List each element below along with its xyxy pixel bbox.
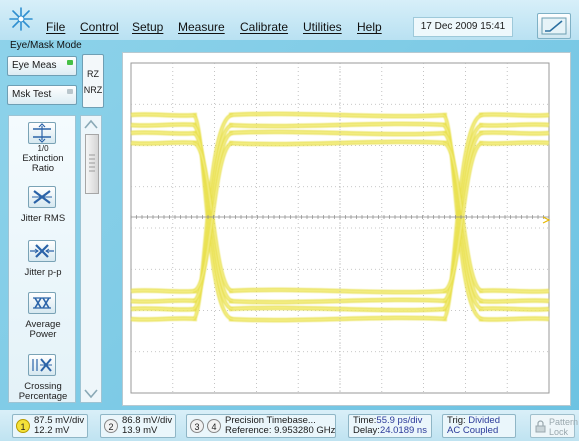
jitter-rms-icon xyxy=(28,186,56,208)
trig-coupling: AC Coupled xyxy=(447,425,499,436)
reference-frequency: Reference: 9.953280 GHz xyxy=(225,425,336,436)
delay-label: Delay: xyxy=(353,425,380,436)
menu-bar: File Control Setup Measure Calibrate Uti… xyxy=(0,0,579,40)
menu-help[interactable]: Help xyxy=(357,20,382,34)
channel-3-4-status[interactable]: 3 4 Precision Timebase... Reference: 9.9… xyxy=(186,414,336,438)
extinction-ratio-icon xyxy=(28,122,56,144)
pattern-lock-button[interactable]: Pattern Lock xyxy=(530,414,579,438)
menu-utilities[interactable]: Utilities xyxy=(303,20,342,34)
crossing-percentage-label-2: Percentage xyxy=(18,391,68,402)
date-time-display: 17 Dec 2009 15:41 xyxy=(413,17,513,37)
rz-label: RZ xyxy=(87,69,99,79)
eye-meas-label: Eye Meas xyxy=(12,60,57,71)
nrz-label: NRZ xyxy=(83,85,103,95)
jitter-rms-button[interactable]: Jitter RMS xyxy=(9,186,75,226)
grip-icon xyxy=(89,154,95,172)
average-power-button[interactable]: Average Power xyxy=(9,292,75,344)
trigger-level-marker-icon xyxy=(542,216,551,224)
eye-meas-button[interactable]: Eye Meas xyxy=(7,56,77,76)
average-power-icon xyxy=(28,292,56,314)
jitter-rms-label: Jitter RMS xyxy=(20,213,66,224)
jitter-pp-label: Jitter p-p xyxy=(24,267,62,278)
channel-4-badge: 4 xyxy=(207,419,221,433)
menu-calibrate[interactable]: Calibrate xyxy=(240,20,288,34)
scroll-up-icon[interactable] xyxy=(84,119,98,129)
pattern-lock-label-1: Pattern xyxy=(549,417,579,427)
scroll-thumb[interactable] xyxy=(85,134,99,194)
pattern-lock-label-2: Lock xyxy=(549,427,569,437)
calibration-status-button[interactable] xyxy=(537,13,571,39)
eye-diagram-plot xyxy=(130,62,551,394)
mask-test-label: Msk Test xyxy=(12,89,52,100)
channel-2-badge: 2 xyxy=(104,419,118,433)
menu-control[interactable]: Control xyxy=(80,20,119,34)
lock-icon xyxy=(535,420,546,433)
jitter-pp-icon xyxy=(28,240,56,262)
extinction-ratio-label-2: Ratio xyxy=(31,163,55,174)
active-led-icon xyxy=(67,60,73,65)
menu-measure[interactable]: Measure xyxy=(178,20,225,34)
average-power-label-2: Power xyxy=(29,329,57,340)
scroll-down-icon[interactable] xyxy=(84,389,98,399)
waveform-ramp-icon xyxy=(541,17,567,35)
channel-2-status[interactable]: 2 86.8 mV/div 13.9 mV xyxy=(100,414,176,438)
crossing-percentage-icon xyxy=(28,354,56,376)
left-control-panel: Eye Meas Msk Test RZ NRZ 1/0 Extinction … xyxy=(0,52,122,407)
inactive-led-icon xyxy=(67,89,73,94)
timebase-status[interactable]: Time:55.9 ps/div Delay:24.0189 ns xyxy=(348,414,432,438)
menu-setup[interactable]: Setup xyxy=(132,20,163,34)
channel-3-badge: 3 xyxy=(190,419,204,433)
delay-value: 24.0189 ns xyxy=(379,425,427,436)
jitter-pp-button[interactable]: Jitter p-p xyxy=(9,240,75,280)
measurement-list: 1/0 Extinction Ratio Jitter RMS Jitter p… xyxy=(8,115,76,403)
status-bar: 1 87.5 mV/div 12.2 mV 2 86.8 mV/div 13.9… xyxy=(0,410,579,441)
starburst-logo-icon[interactable] xyxy=(8,6,34,32)
extinction-ratio-button[interactable]: 1/0 Extinction Ratio xyxy=(9,122,75,174)
eye-diagram-display[interactable] xyxy=(122,52,571,406)
menu-file[interactable]: File xyxy=(46,20,65,34)
measurement-scrollbar[interactable] xyxy=(80,115,102,403)
rz-nrz-toggle[interactable]: RZ NRZ xyxy=(82,54,104,108)
channel-1-status[interactable]: 1 87.5 mV/div 12.2 mV xyxy=(12,414,88,438)
trigger-status[interactable]: Trig: Divided AC Coupled xyxy=(442,414,516,438)
mask-test-button[interactable]: Msk Test xyxy=(7,85,77,105)
channel-2-offset: 13.9 mV xyxy=(122,425,158,436)
channel-1-offset: 12.2 mV xyxy=(34,425,70,436)
crossing-percentage-button[interactable]: Crossing Percentage xyxy=(9,354,75,402)
mode-label: Eye/Mask Mode xyxy=(10,40,82,51)
channel-1-badge: 1 xyxy=(16,419,30,433)
